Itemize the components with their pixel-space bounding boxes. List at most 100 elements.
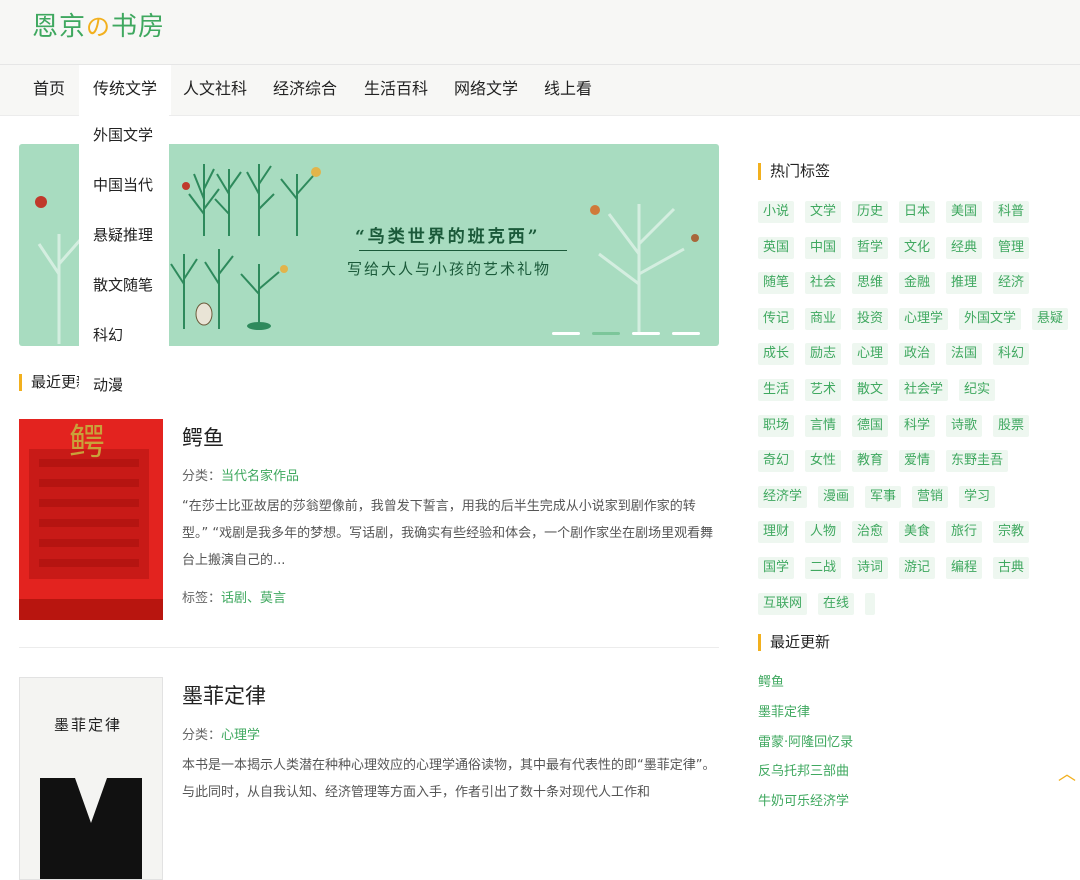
tag-item[interactable]: 诗歌 <box>946 414 983 437</box>
tag-item[interactable]: 小说 <box>758 201 795 223</box>
carousel-dot-4[interactable] <box>672 332 700 335</box>
tag-item[interactable]: 二战 <box>805 557 842 579</box>
recent-item[interactable]: 牛奶可乐经济学 <box>758 790 849 809</box>
tag-item[interactable]: 思维 <box>852 272 889 295</box>
tag-item[interactable]: 漫画 <box>818 485 855 508</box>
tag-item[interactable]: 传记 <box>758 307 795 330</box>
tag-item[interactable]: 理财 <box>758 521 795 544</box>
tag-item[interactable]: 成长 <box>758 343 795 366</box>
dropdown-item-chinese-contemporary[interactable]: 中国当代 <box>93 174 153 195</box>
tag-item[interactable]: 科普 <box>993 201 1030 223</box>
tag-item[interactable]: 营销 <box>912 485 949 508</box>
nav-economics[interactable]: 经济综合 <box>273 65 337 115</box>
tag-item[interactable]: 社会学 <box>899 379 949 401</box>
tag-item[interactable]: 职场 <box>758 414 795 437</box>
carousel-dot-1[interactable] <box>552 332 580 335</box>
tag-item[interactable]: 经济学 <box>758 485 808 508</box>
tag-item[interactable]: 德国 <box>852 414 889 437</box>
tag-item[interactable]: 社会 <box>805 272 842 295</box>
tag-item[interactable]: 科学 <box>899 414 936 437</box>
nav-lifestyle[interactable]: 生活百科 <box>364 65 428 115</box>
tag-item[interactable]: 哲学 <box>852 236 889 259</box>
tag-item[interactable]: 美食 <box>899 521 936 544</box>
tag-item[interactable]: 散文 <box>852 379 889 401</box>
tag-item[interactable]: 女性 <box>805 450 842 473</box>
book-description: “在莎士比亚故居的莎翁塑像前，我曾发下誓言，用我的后半生完成从小说家到剧作家的转… <box>182 499 714 568</box>
tag-item[interactable]: 艺术 <box>805 379 842 401</box>
book-title[interactable]: 鳄鱼 <box>182 422 224 452</box>
tag-item[interactable]: 外国文学 <box>959 307 1022 330</box>
category-link[interactable]: 当代名家作品 <box>221 469 299 484</box>
nav-online-reading[interactable]: 线上看 <box>544 65 592 115</box>
tag-item[interactable]: 旅行 <box>946 521 983 544</box>
tag-item[interactable]: 文学 <box>805 201 842 223</box>
tag-item[interactable]: 英国 <box>758 236 795 259</box>
tag-item[interactable]: 股票 <box>993 414 1030 437</box>
recent-item[interactable]: 雷蒙·阿隆回忆录 <box>758 731 853 750</box>
tag-item[interactable]: 古典 <box>993 557 1030 579</box>
book-title[interactable]: 墨菲定律 <box>182 680 266 710</box>
tag-item[interactable]: 国学 <box>758 557 795 579</box>
tag-item[interactable]: 奇幻 <box>758 450 795 473</box>
nav-traditional-literature[interactable]: 传统文学 <box>79 65 172 115</box>
book-category: 分类：心理学 <box>182 728 261 743</box>
tag-item[interactable]: 经典 <box>946 236 983 259</box>
tag-item[interactable]: 心理 <box>852 343 889 366</box>
book-description: 本书是一本揭示人类潜在种种心理效应的心理学通俗读物，其中最有代表性的即“墨菲定律… <box>182 758 716 800</box>
dropdown-item-scifi[interactable]: 科幻 <box>93 324 123 345</box>
tag-item[interactable]: 宗教 <box>993 521 1030 544</box>
tag-item[interactable]: 学习 <box>959 485 996 508</box>
tag-item[interactable]: 政治 <box>899 343 936 366</box>
nav-web-literature[interactable]: 网络文学 <box>454 65 518 115</box>
tag-item[interactable]: 推理 <box>946 272 983 295</box>
recent-item[interactable]: 反乌托邦三部曲 <box>758 760 849 779</box>
recent-item[interactable]: 墨菲定律 <box>758 701 810 720</box>
tag-item[interactable]: 美国 <box>946 201 983 223</box>
tag-item[interactable]: 治愈 <box>852 521 889 544</box>
site-logo[interactable]: 恩京の书房 <box>32 6 165 43</box>
tag-item[interactable]: 管理 <box>993 236 1030 259</box>
dropdown-item-mystery[interactable]: 悬疑推理 <box>93 224 153 245</box>
tag-item[interactable]: 金融 <box>899 272 936 295</box>
tag-item[interactable]: 经济 <box>993 272 1030 295</box>
dropdown-item-anime[interactable]: 动漫 <box>93 374 123 395</box>
tag-item[interactable]: 中国 <box>805 236 842 259</box>
tag-item[interactable]: 诗词 <box>852 557 889 579</box>
dropdown-item-essays[interactable]: 散文随笔 <box>93 274 153 295</box>
tag-item[interactable]: 爱情 <box>899 450 936 473</box>
tag-item[interactable]: 纪实 <box>959 379 996 401</box>
tag-item[interactable]: 言情 <box>805 414 842 437</box>
tag-item[interactable]: 商业 <box>805 307 842 330</box>
tag-item[interactable]: 法国 <box>946 343 983 366</box>
carousel-dot-3[interactable] <box>632 332 660 335</box>
tag-item[interactable]: 教育 <box>852 450 889 473</box>
tag-item[interactable]: 随笔 <box>758 272 795 295</box>
tag-item[interactable]: 军事 <box>865 485 902 508</box>
book-cover-crocodile[interactable]: 鳄 <box>19 419 163 620</box>
nav-home[interactable]: 首页 <box>33 65 65 115</box>
tag-item[interactable] <box>865 592 875 615</box>
book-cover-murphys-law[interactable]: 墨菲定律 <box>19 677 163 880</box>
nav-humanities[interactable]: 人文社科 <box>183 65 247 115</box>
tag-item[interactable]: 日本 <box>899 201 936 223</box>
tag-item[interactable]: 心理学 <box>899 307 949 330</box>
tag-item[interactable]: 东野圭吾 <box>946 450 1009 473</box>
back-to-top-icon[interactable]: ︿ <box>1058 760 1076 786</box>
category-link[interactable]: 心理学 <box>221 728 260 743</box>
tag-item[interactable]: 科幻 <box>993 343 1030 366</box>
tag-item[interactable]: 文化 <box>899 236 936 259</box>
tag-item[interactable]: 人物 <box>805 521 842 544</box>
tag-links[interactable]: 话剧、莫言 <box>221 591 286 606</box>
tag-item[interactable]: 在线 <box>818 592 855 615</box>
dropdown-item-foreign-literature[interactable]: 外国文学 <box>93 124 153 145</box>
recent-item[interactable]: 鳄鱼 <box>758 671 784 690</box>
tag-item[interactable]: 历史 <box>852 201 889 223</box>
tag-item[interactable]: 悬疑 <box>1032 307 1069 330</box>
tag-item[interactable]: 编程 <box>946 557 983 579</box>
tag-item[interactable]: 游记 <box>899 557 936 579</box>
tag-item[interactable]: 生活 <box>758 379 795 401</box>
carousel-dot-2[interactable] <box>592 332 620 335</box>
tag-item[interactable]: 互联网 <box>758 592 808 615</box>
tag-item[interactable]: 励志 <box>805 343 842 366</box>
tag-item[interactable]: 投资 <box>852 307 889 330</box>
